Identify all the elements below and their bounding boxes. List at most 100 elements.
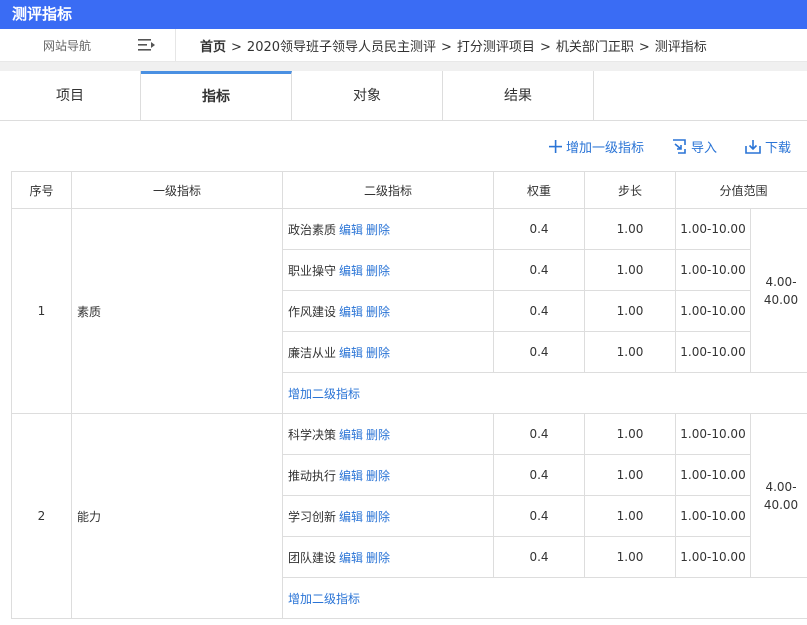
range-cell: 1.00-10.00 — [675, 454, 751, 496]
breadcrumb-item-evaluation[interactable]: 2020领导班子领导人员民主测评 — [247, 40, 436, 55]
breadcrumb-separator: > — [539, 39, 551, 55]
weight-cell: 0.4 — [493, 290, 585, 332]
download-label: 下载 — [764, 140, 791, 156]
delete-link[interactable]: 删除 — [366, 346, 390, 360]
tab-indicators[interactable]: 指标 — [141, 71, 292, 120]
total-range-cell: 4.00- 40.00 — [749, 413, 807, 578]
step-cell: 1.00 — [584, 413, 676, 455]
breadcrumb-separator: > — [638, 39, 650, 55]
group-index: 2 — [11, 413, 72, 619]
edit-link[interactable]: 编辑 — [339, 305, 363, 319]
app-title: 测评指标 — [0, 0, 807, 29]
level2-cell: 推动执行 编辑 删除 — [282, 454, 494, 496]
tab-bar: 项目 指标 对象 结果 — [0, 71, 807, 121]
table-row: 2 能力 科学决策 编辑 删除 0.4 1.00 1.00-10.00 4.00- 40.00 — [11, 413, 807, 619]
header-level1: 一级指标 — [71, 171, 283, 209]
weight-cell: 0.4 — [493, 536, 585, 578]
header-index: 序号 — [11, 171, 72, 209]
range-cell: 1.00-10.00 — [675, 208, 751, 250]
range-cell: 1.00-10.00 — [675, 413, 751, 455]
breadcrumb: 首页 >2020领导班子领导人员民主测评 > 打分测评项目 > 机关部门正职 > 测评指标 — [200, 36, 707, 55]
plus-icon — [548, 139, 562, 153]
level2-name: 作风建设 — [288, 304, 337, 319]
step-cell: 1.00 — [584, 331, 676, 373]
delete-link[interactable]: 删除 — [366, 469, 390, 483]
level2-name: 政治素质 — [288, 222, 337, 237]
range-cell: 1.00-10.00 — [675, 495, 751, 537]
breadcrumb-separator: > — [231, 39, 242, 55]
level2-cell: 科学决策 编辑 删除 — [282, 413, 494, 455]
toolbar: 增加一级指标 导入 下载 — [0, 121, 807, 171]
site-nav-label[interactable]: 网站导航 — [43, 37, 91, 54]
weight-cell: 0.4 — [493, 331, 585, 373]
indicators-table: 序号 一级指标 二级指标 权重 步长 分值范围 1 素质 政治素质 编辑 删除 0.4 1.… — [11, 171, 807, 619]
tab-results[interactable]: 结果 — [443, 71, 594, 120]
step-cell: 1.00 — [584, 536, 676, 578]
weight-cell: 0.4 — [493, 208, 585, 250]
breadcrumb-item-department[interactable]: 机关部门正职 — [556, 40, 634, 55]
level2-name: 学习创新 — [288, 509, 337, 524]
level2-cell: 作风建设 编辑 删除 — [282, 290, 494, 332]
group-index: 1 — [11, 208, 72, 414]
tab-project[interactable]: 项目 — [0, 71, 141, 120]
delete-link[interactable]: 删除 — [366, 223, 390, 237]
level2-cell: 团队建设 编辑 删除 — [282, 536, 494, 578]
weight-cell: 0.4 — [493, 249, 585, 291]
table-body: 1 素质 政治素质 编辑 删除 0.4 1.00 1.00-10.00 4.00- 40.00 职… — [11, 208, 807, 619]
weight-cell: 0.4 — [493, 413, 585, 455]
edit-link[interactable]: 编辑 — [339, 551, 363, 565]
edit-link[interactable]: 编辑 — [339, 346, 363, 360]
level2-cell: 廉洁从业 编辑 删除 — [282, 331, 494, 373]
edit-link[interactable]: 编辑 — [339, 264, 363, 278]
delete-link[interactable]: 删除 — [366, 305, 390, 319]
breadcrumb-item-home[interactable]: 首页 — [200, 40, 226, 55]
download-icon — [745, 139, 761, 154]
step-cell: 1.00 — [584, 208, 676, 250]
edit-link[interactable]: 编辑 — [339, 223, 363, 237]
range-cell: 1.00-10.00 — [675, 536, 751, 578]
add-sub-indicator-link[interactable]: 增加二级指标 — [288, 592, 360, 606]
level2-cell: 政治素质 编辑 删除 — [282, 208, 494, 250]
edit-link[interactable]: 编辑 — [339, 469, 363, 483]
step-cell: 1.00 — [584, 495, 676, 537]
level2-name: 团队建设 — [288, 550, 337, 565]
level1-name: 素质 — [71, 208, 283, 414]
add-indicator-button[interactable]: 增加一级指标 — [548, 137, 644, 156]
section-gap — [0, 62, 807, 71]
breadcrumb-item-scoring-project[interactable]: 打分测评项目 — [457, 40, 535, 55]
weight-cell: 0.4 — [493, 495, 585, 537]
site-nav: 网站导航 — [0, 29, 176, 61]
breadcrumb-item-current: 测评指标 — [654, 39, 707, 55]
import-icon — [672, 138, 686, 154]
table-header-row: 序号 一级指标 二级指标 权重 步长 分值范围 — [11, 171, 807, 209]
nav-row: 网站导航 首页 >2020领导班子领导人员民主测评 > 打分测评项目 > 机关部门正职 > 测… — [0, 29, 807, 62]
delete-link[interactable]: 删除 — [366, 551, 390, 565]
add-sub-indicator-link[interactable]: 增加二级指标 — [288, 387, 360, 401]
header-weight: 权重 — [493, 171, 585, 209]
download-button[interactable]: 下载 — [745, 137, 791, 156]
total-range-cell: 4.00- 40.00 — [749, 208, 807, 373]
edit-link[interactable]: 编辑 — [339, 510, 363, 524]
breadcrumb-separator: > — [441, 39, 452, 55]
delete-link[interactable]: 删除 — [366, 510, 390, 524]
add-indicator-label: 增加一级指标 — [565, 140, 644, 156]
step-cell: 1.00 — [584, 290, 676, 332]
menu-toggle-icon[interactable] — [138, 38, 156, 52]
step-cell: 1.00 — [584, 249, 676, 291]
header-level2: 二级指标 — [282, 171, 494, 209]
import-label: 导入 — [690, 140, 717, 156]
weight-cell: 0.4 — [493, 454, 585, 496]
step-cell: 1.00 — [584, 454, 676, 496]
header-range: 分值范围 — [674, 171, 807, 209]
header-step: 步长 — [584, 171, 676, 209]
tab-objects[interactable]: 对象 — [292, 71, 443, 120]
level1-name: 能力 — [71, 413, 283, 619]
table-row: 1 素质 政治素质 编辑 删除 0.4 1.00 1.00-10.00 4.00- 40.00 — [11, 208, 807, 414]
import-button[interactable]: 导入 — [672, 137, 717, 156]
delete-link[interactable]: 删除 — [366, 264, 390, 278]
level2-cell: 职业操守 编辑 删除 — [282, 249, 494, 291]
level2-name: 科学决策 — [288, 427, 337, 442]
level2-cell: 学习创新 编辑 删除 — [282, 495, 494, 537]
delete-link[interactable]: 删除 — [366, 428, 390, 442]
edit-link[interactable]: 编辑 — [339, 428, 363, 442]
